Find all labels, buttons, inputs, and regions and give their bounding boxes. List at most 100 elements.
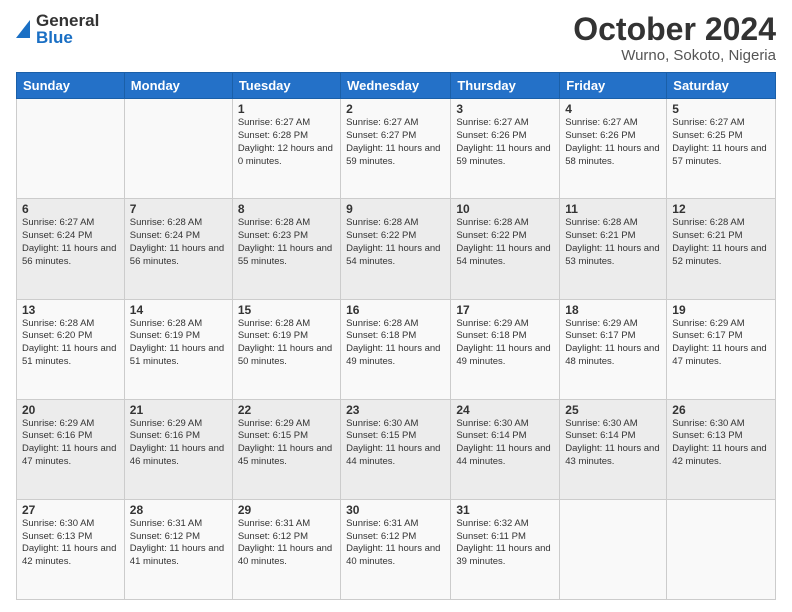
- day-sunrise: Sunrise: 6:29 AMSunset: 6:17 PMDaylight:…: [672, 318, 766, 367]
- table-row: 27 Sunrise: 6:30 AMSunset: 6:13 PMDaylig…: [17, 499, 125, 599]
- table-row: 18 Sunrise: 6:29 AMSunset: 6:17 PMDaylig…: [560, 299, 667, 399]
- table-row: 23 Sunrise: 6:30 AMSunset: 6:15 PMDaylig…: [341, 399, 451, 499]
- day-sunrise: Sunrise: 6:27 AMSunset: 6:24 PMDaylight:…: [22, 217, 116, 266]
- day-sunrise: Sunrise: 6:28 AMSunset: 6:21 PMDaylight:…: [565, 217, 659, 266]
- day-sunrise: Sunrise: 6:27 AMSunset: 6:28 PMDaylight:…: [238, 117, 333, 166]
- day-sunrise: Sunrise: 6:28 AMSunset: 6:22 PMDaylight:…: [346, 217, 440, 266]
- table-row: 16 Sunrise: 6:28 AMSunset: 6:18 PMDaylig…: [341, 299, 451, 399]
- table-row: 9 Sunrise: 6:28 AMSunset: 6:22 PMDayligh…: [341, 199, 451, 299]
- day-number: 9: [346, 202, 445, 216]
- table-row: 15 Sunrise: 6:28 AMSunset: 6:19 PMDaylig…: [232, 299, 340, 399]
- day-number: 21: [130, 403, 227, 417]
- day-number: 22: [238, 403, 335, 417]
- day-number: 1: [238, 102, 335, 116]
- day-sunrise: Sunrise: 6:30 AMSunset: 6:13 PMDaylight:…: [22, 518, 116, 567]
- logo-line2: Blue: [36, 29, 99, 46]
- day-number: 25: [565, 403, 661, 417]
- day-number: 19: [672, 303, 770, 317]
- day-number: 2: [346, 102, 445, 116]
- day-number: 11: [565, 202, 661, 216]
- table-row: 17 Sunrise: 6:29 AMSunset: 6:18 PMDaylig…: [451, 299, 560, 399]
- table-row: 25 Sunrise: 6:30 AMSunset: 6:14 PMDaylig…: [560, 399, 667, 499]
- table-row: 28 Sunrise: 6:31 AMSunset: 6:12 PMDaylig…: [124, 499, 232, 599]
- table-row: 22 Sunrise: 6:29 AMSunset: 6:15 PMDaylig…: [232, 399, 340, 499]
- day-number: 12: [672, 202, 770, 216]
- day-sunrise: Sunrise: 6:28 AMSunset: 6:22 PMDaylight:…: [456, 217, 550, 266]
- header-tuesday: Tuesday: [232, 73, 340, 99]
- day-number: 16: [346, 303, 445, 317]
- day-sunrise: Sunrise: 6:29 AMSunset: 6:15 PMDaylight:…: [238, 418, 332, 467]
- calendar-week-row: 1 Sunrise: 6:27 AMSunset: 6:28 PMDayligh…: [17, 99, 776, 199]
- title-block: October 2024 Wurno, Sokoto, Nigeria: [573, 12, 776, 64]
- table-row: 30 Sunrise: 6:31 AMSunset: 6:12 PMDaylig…: [341, 499, 451, 599]
- table-row: 5 Sunrise: 6:27 AMSunset: 6:25 PMDayligh…: [667, 99, 776, 199]
- table-row: [667, 499, 776, 599]
- day-number: 24: [456, 403, 554, 417]
- calendar-header-row: Sunday Monday Tuesday Wednesday Thursday…: [17, 73, 776, 99]
- table-row: 14 Sunrise: 6:28 AMSunset: 6:19 PMDaylig…: [124, 299, 232, 399]
- table-row: 13 Sunrise: 6:28 AMSunset: 6:20 PMDaylig…: [17, 299, 125, 399]
- day-number: 15: [238, 303, 335, 317]
- table-row: 19 Sunrise: 6:29 AMSunset: 6:17 PMDaylig…: [667, 299, 776, 399]
- calendar-title: October 2024: [573, 12, 776, 47]
- day-sunrise: Sunrise: 6:29 AMSunset: 6:17 PMDaylight:…: [565, 318, 659, 367]
- day-sunrise: Sunrise: 6:28 AMSunset: 6:20 PMDaylight:…: [22, 318, 116, 367]
- table-row: 29 Sunrise: 6:31 AMSunset: 6:12 PMDaylig…: [232, 499, 340, 599]
- logo-line1: General: [36, 12, 99, 29]
- calendar-subtitle: Wurno, Sokoto, Nigeria: [573, 47, 776, 64]
- day-number: 14: [130, 303, 227, 317]
- table-row: 24 Sunrise: 6:30 AMSunset: 6:14 PMDaylig…: [451, 399, 560, 499]
- day-sunrise: Sunrise: 6:29 AMSunset: 6:16 PMDaylight:…: [130, 418, 224, 467]
- day-sunrise: Sunrise: 6:27 AMSunset: 6:27 PMDaylight:…: [346, 117, 440, 166]
- day-sunrise: Sunrise: 6:27 AMSunset: 6:26 PMDaylight:…: [456, 117, 550, 166]
- day-number: 20: [22, 403, 119, 417]
- day-number: 13: [22, 303, 119, 317]
- day-sunrise: Sunrise: 6:28 AMSunset: 6:19 PMDaylight:…: [238, 318, 332, 367]
- day-sunrise: Sunrise: 6:31 AMSunset: 6:12 PMDaylight:…: [238, 518, 332, 567]
- table-row: [560, 499, 667, 599]
- day-number: 26: [672, 403, 770, 417]
- day-sunrise: Sunrise: 6:31 AMSunset: 6:12 PMDaylight:…: [130, 518, 224, 567]
- calendar-week-row: 6 Sunrise: 6:27 AMSunset: 6:24 PMDayligh…: [17, 199, 776, 299]
- header-thursday: Thursday: [451, 73, 560, 99]
- day-sunrise: Sunrise: 6:29 AMSunset: 6:16 PMDaylight:…: [22, 418, 116, 467]
- day-sunrise: Sunrise: 6:30 AMSunset: 6:13 PMDaylight:…: [672, 418, 766, 467]
- table-row: 21 Sunrise: 6:29 AMSunset: 6:16 PMDaylig…: [124, 399, 232, 499]
- day-sunrise: Sunrise: 6:30 AMSunset: 6:15 PMDaylight:…: [346, 418, 440, 467]
- table-row: 31 Sunrise: 6:32 AMSunset: 6:11 PMDaylig…: [451, 499, 560, 599]
- logo-triangle-icon: [16, 20, 30, 38]
- header-saturday: Saturday: [667, 73, 776, 99]
- day-number: 4: [565, 102, 661, 116]
- day-sunrise: Sunrise: 6:30 AMSunset: 6:14 PMDaylight:…: [565, 418, 659, 467]
- header-sunday: Sunday: [17, 73, 125, 99]
- day-sunrise: Sunrise: 6:28 AMSunset: 6:18 PMDaylight:…: [346, 318, 440, 367]
- day-number: 18: [565, 303, 661, 317]
- day-number: 23: [346, 403, 445, 417]
- table-row: 6 Sunrise: 6:27 AMSunset: 6:24 PMDayligh…: [17, 199, 125, 299]
- day-sunrise: Sunrise: 6:28 AMSunset: 6:23 PMDaylight:…: [238, 217, 332, 266]
- day-sunrise: Sunrise: 6:27 AMSunset: 6:25 PMDaylight:…: [672, 117, 766, 166]
- day-sunrise: Sunrise: 6:31 AMSunset: 6:12 PMDaylight:…: [346, 518, 440, 567]
- calendar-week-row: 13 Sunrise: 6:28 AMSunset: 6:20 PMDaylig…: [17, 299, 776, 399]
- day-number: 6: [22, 202, 119, 216]
- day-sunrise: Sunrise: 6:28 AMSunset: 6:24 PMDaylight:…: [130, 217, 224, 266]
- header: General Blue October 2024 Wurno, Sokoto,…: [16, 12, 776, 64]
- table-row: 12 Sunrise: 6:28 AMSunset: 6:21 PMDaylig…: [667, 199, 776, 299]
- day-number: 27: [22, 503, 119, 517]
- day-number: 5: [672, 102, 770, 116]
- day-number: 28: [130, 503, 227, 517]
- day-number: 30: [346, 503, 445, 517]
- table-row: [124, 99, 232, 199]
- table-row: [17, 99, 125, 199]
- table-row: 8 Sunrise: 6:28 AMSunset: 6:23 PMDayligh…: [232, 199, 340, 299]
- table-row: 20 Sunrise: 6:29 AMSunset: 6:16 PMDaylig…: [17, 399, 125, 499]
- table-row: 10 Sunrise: 6:28 AMSunset: 6:22 PMDaylig…: [451, 199, 560, 299]
- header-monday: Monday: [124, 73, 232, 99]
- day-sunrise: Sunrise: 6:28 AMSunset: 6:19 PMDaylight:…: [130, 318, 224, 367]
- table-row: 4 Sunrise: 6:27 AMSunset: 6:26 PMDayligh…: [560, 99, 667, 199]
- day-sunrise: Sunrise: 6:29 AMSunset: 6:18 PMDaylight:…: [456, 318, 550, 367]
- header-wednesday: Wednesday: [341, 73, 451, 99]
- calendar-table: Sunday Monday Tuesday Wednesday Thursday…: [16, 72, 776, 600]
- day-number: 8: [238, 202, 335, 216]
- day-number: 7: [130, 202, 227, 216]
